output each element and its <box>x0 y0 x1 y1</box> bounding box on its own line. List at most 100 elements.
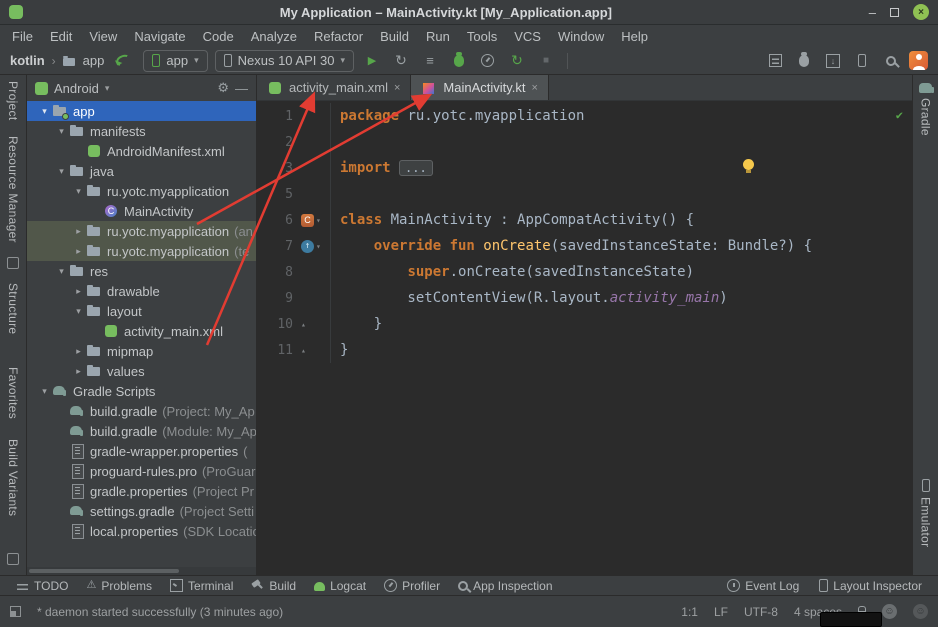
fold-end-icon[interactable]: ▴ <box>301 346 306 355</box>
close-button[interactable]: × <box>913 4 929 20</box>
tree-item-build-gradle-module[interactable]: build.gradle (Module: My_Ap <box>27 421 256 441</box>
curved-arrow-icon[interactable] <box>115 53 133 68</box>
tree-item-build-gradle-project[interactable]: build.gradle (Project: My_Ap <box>27 401 256 421</box>
folded-imports[interactable]: ... <box>399 160 433 176</box>
tree-item-gradle-wrapper-properties[interactable]: gradle-wrapper.properties ( <box>27 441 256 461</box>
debug-button[interactable] <box>448 50 470 72</box>
line-separator[interactable]: LF <box>714 605 728 619</box>
run-config-select[interactable]: app ▾ <box>143 50 207 72</box>
menu-item-code[interactable]: Code <box>203 29 234 44</box>
menu-item-analyze[interactable]: Analyze <box>251 29 297 44</box>
tab-mainactivity-kt[interactable]: MainActivity.kt × <box>411 75 549 100</box>
toolwindow-logcat[interactable]: Logcat <box>306 576 374 595</box>
code-text[interactable]: } <box>331 342 348 358</box>
code-text[interactable]: override fun onCreate(savedInstanceState… <box>331 238 812 254</box>
tree-expanded-icon[interactable]: ▾ <box>71 306 86 317</box>
settings-gear-icon[interactable]: ⚙ <box>217 80 229 96</box>
tree-expanded-icon[interactable]: ▾ <box>37 106 52 117</box>
notifications-icon[interactable]: ☺ <box>913 604 928 619</box>
code-text[interactable]: } <box>331 316 382 332</box>
menu-item-tools[interactable]: Tools <box>467 29 497 44</box>
sidebar-item-resource-manager[interactable]: Resource Manager <box>6 136 20 243</box>
tree-collapsed-icon[interactable]: ▸ <box>71 346 86 357</box>
toolwindow-app-inspection[interactable]: App Inspection <box>450 576 560 595</box>
menu-item-edit[interactable]: Edit <box>50 29 72 44</box>
hide-panel-icon[interactable]: — <box>235 81 248 96</box>
sidebar-item-emulator[interactable]: Emulator <box>919 497 933 547</box>
tree-item-package-main[interactable]: ▾ ru.yotc.myapplication <box>27 181 256 201</box>
sidebar-item-gradle[interactable]: Gradle <box>919 98 933 136</box>
toolwindow-build[interactable]: Build <box>243 576 304 595</box>
code-text[interactable]: package ru.yotc.myapplication <box>331 108 584 124</box>
search-everywhere-button[interactable] <box>880 50 902 72</box>
menu-item-vcs[interactable]: VCS <box>514 29 541 44</box>
tree-collapsed-icon[interactable]: ▸ <box>71 246 86 257</box>
file-encoding[interactable]: UTF-8 <box>744 605 778 619</box>
sidebar-item-project[interactable]: Project <box>6 81 20 120</box>
tree-item-app[interactable]: ▾ app <box>27 101 256 121</box>
menu-item-refactor[interactable]: Refactor <box>314 29 363 44</box>
tree-item-mipmap[interactable]: ▸ mipmap <box>27 341 256 361</box>
tree-expanded-icon[interactable]: ▾ <box>54 126 69 137</box>
run-button[interactable]: ▶ <box>361 50 383 72</box>
menu-item-view[interactable]: View <box>89 29 117 44</box>
code-editor[interactable]: 1 package ru.yotc.myapplication 2 3 impo… <box>257 101 912 575</box>
tree-item-proguard-rules[interactable]: proguard-rules.pro (ProGuar <box>27 461 256 481</box>
tree-expanded-icon[interactable]: ▾ <box>54 266 69 277</box>
tree-item-values[interactable]: ▸ values <box>27 361 256 381</box>
minimize-button[interactable]: – <box>869 6 876 19</box>
caret-position[interactable]: 1:1 <box>681 605 698 619</box>
fold-end-icon[interactable]: ▴ <box>301 320 306 329</box>
project-view-selector[interactable]: Android <box>54 81 99 96</box>
app-menu-icon[interactable] <box>9 5 23 19</box>
tree-item-manifests[interactable]: ▾ manifests <box>27 121 256 141</box>
toolwindow-layout-inspector[interactable]: Layout Inspector <box>809 576 930 595</box>
tree-item-activity-main-xml[interactable]: activity_main.xml <box>27 321 256 341</box>
close-tab-icon[interactable]: × <box>532 82 538 94</box>
tree-item-res[interactable]: ▾ res <box>27 261 256 281</box>
tree-item-package-test[interactable]: ▸ ru.yotc.myapplication (te <box>27 241 256 261</box>
tree-expanded-icon[interactable]: ▾ <box>37 386 52 397</box>
apply-changes-button[interactable]: ↻ <box>390 50 412 72</box>
tree-item-local-properties[interactable]: local.properties (SDK Locatio <box>27 521 256 541</box>
menu-item-run[interactable]: Run <box>426 29 450 44</box>
attach-debugger-button[interactable] <box>793 50 815 72</box>
gradle-elephant-icon[interactable] <box>919 83 932 93</box>
tree-item-settings-gradle[interactable]: settings.gradle (Project Setti <box>27 501 256 521</box>
fold-marker-icon[interactable]: ▾ <box>316 216 321 225</box>
horizontal-scrollbar[interactable] <box>27 567 256 575</box>
menu-item-file[interactable]: File <box>12 29 33 44</box>
fold-marker-icon[interactable]: ▾ <box>316 242 321 251</box>
menu-item-build[interactable]: Build <box>380 29 409 44</box>
menu-item-help[interactable]: Help <box>621 29 648 44</box>
sdk-manager-button[interactable]: ↓ <box>822 50 844 72</box>
tree-expanded-icon[interactable]: ▾ <box>71 186 86 197</box>
sidebar-item-favorites[interactable]: Favorites <box>6 367 20 419</box>
tree-item-mainactivity[interactable]: MainActivity <box>27 201 256 221</box>
sidebar-item-structure[interactable]: Structure <box>6 283 20 334</box>
tree-expanded-icon[interactable]: ▾ <box>54 166 69 177</box>
stop-button[interactable]: ■ <box>535 50 557 72</box>
toolwindow-event-log[interactable]: Event Log <box>719 576 807 595</box>
inspections-ok-icon[interactable]: ✔ <box>896 108 903 122</box>
maximize-button[interactable] <box>890 8 899 17</box>
code-text[interactable]: super.onCreate(savedInstanceState) <box>331 264 694 280</box>
code-text[interactable]: class MainActivity : AppCompatActivity()… <box>331 212 694 228</box>
breadcrumb-app[interactable]: app <box>83 53 105 68</box>
close-tab-icon[interactable]: × <box>394 82 400 94</box>
gradle-sync-button[interactable]: ↻ <box>506 50 528 72</box>
tree-item-gradle-scripts[interactable]: ▾ Gradle Scripts <box>27 381 256 401</box>
toolwindow-profiler[interactable]: Profiler <box>376 576 448 595</box>
menu-item-navigate[interactable]: Navigate <box>134 29 185 44</box>
device-manager-button[interactable] <box>764 50 786 72</box>
override-gutter-icon[interactable]: ↑ <box>301 240 314 253</box>
tree-item-drawable[interactable]: ▸ drawable <box>27 281 256 301</box>
tree-collapsed-icon[interactable]: ▸ <box>71 366 86 377</box>
layers-icon[interactable] <box>7 553 19 565</box>
code-text[interactable]: setContentView(R.layout.activity_main) <box>331 290 728 306</box>
apply-code-changes-button[interactable]: ≡ <box>419 50 441 72</box>
code-text[interactable]: import ... <box>331 160 433 176</box>
toolwindow-switcher-icon[interactable] <box>10 606 21 617</box>
status-message[interactable]: * daemon started successfully (3 minutes… <box>37 605 283 619</box>
device-select[interactable]: Nexus 10 API 30 ▾ <box>215 50 354 72</box>
